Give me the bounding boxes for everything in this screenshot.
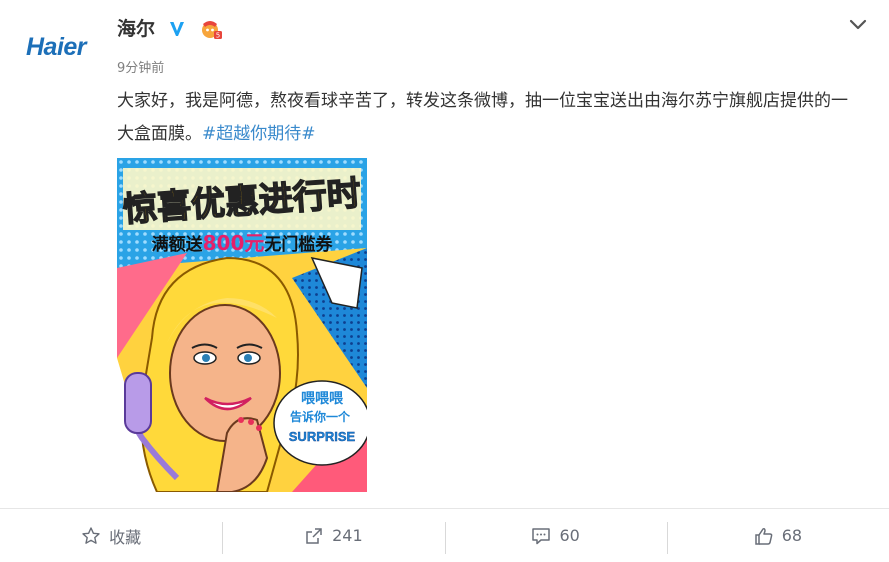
action-bar: 收藏 241 60 68 — [0, 509, 889, 562]
repost-count: 241 — [332, 526, 363, 545]
avatar[interactable]: Haier — [26, 24, 102, 70]
weibo-post-card: Haier 海尔 5 9分钟前 大家好，我是阿德，熬夜看球辛苦了，转发这条微博，… — [0, 0, 889, 562]
hashtag-link[interactable]: #超越你期待# — [202, 124, 316, 144]
svg-text:满额送800元无门槛券: 满额送800元无门槛券 — [152, 231, 334, 255]
comment-button[interactable]: 60 — [444, 509, 667, 562]
share-icon — [306, 527, 322, 544]
image-subline-suffix: 无门槛券 — [263, 234, 333, 255]
star-icon — [82, 526, 100, 544]
svg-text:5: 5 — [216, 32, 220, 40]
thumbs-up-icon — [754, 527, 773, 545]
vip-verified-icon[interactable] — [167, 19, 187, 39]
image-bubble-line1: 喂喂喂 — [301, 391, 344, 407]
nickname[interactable]: 海尔 — [117, 16, 155, 42]
comment-icon — [532, 527, 551, 544]
post-header: 海尔 5 — [117, 16, 869, 46]
image-bubble-line2: 告诉你一个 — [290, 409, 351, 424]
post-timestamp[interactable]: 9分钟前 — [117, 57, 164, 76]
favorite-button[interactable]: 收藏 — [0, 509, 222, 562]
comment-count: 60 — [559, 526, 580, 545]
image-subline-prefix: 满额送 — [152, 234, 204, 255]
like-button[interactable]: 68 — [666, 509, 889, 562]
image-subline-amount: 800元 — [203, 231, 265, 255]
chevron-down-icon[interactable] — [847, 16, 869, 34]
repost-button[interactable]: 241 — [222, 509, 444, 562]
badge-icon[interactable]: 5 — [199, 18, 223, 40]
post-image[interactable]: 惊喜优惠进行时 满额送800元无门槛券 喂喂喂 告诉你一个 SURPRISE — [117, 158, 367, 492]
image-bubble-line3: SURPRISE — [289, 429, 356, 444]
favorite-label: 收藏 — [109, 527, 142, 547]
like-count: 68 — [781, 526, 803, 545]
post-text: 大家好，我是阿德，熬夜看球辛苦了，转发这条微博，抽一位宝宝送出由海尔苏宁旗舰店提… — [117, 85, 857, 151]
avatar-logo-text: Haier — [26, 32, 87, 61]
